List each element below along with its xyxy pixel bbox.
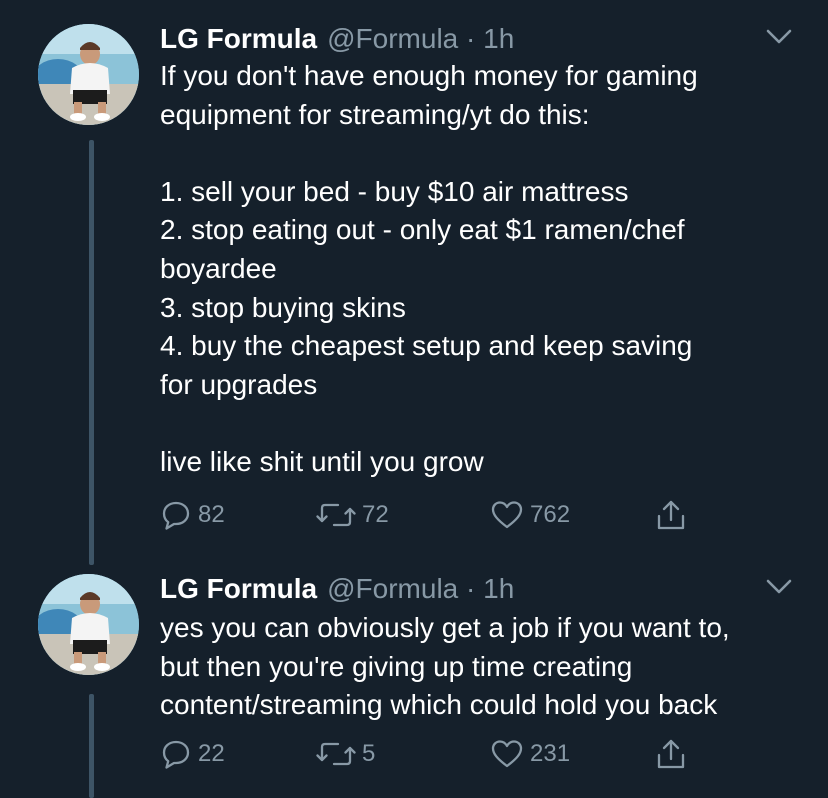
user-handle[interactable]: @Formula [327, 23, 458, 54]
user-handle[interactable]: @Formula [327, 573, 458, 604]
tweet-text-line: boyardee [160, 252, 277, 284]
action-bar: 82 72 762 [160, 495, 720, 535]
tweet-text-line: 3. stop buying skins [160, 291, 406, 323]
retweet-icon [316, 742, 356, 766]
separator-dot: · [466, 573, 476, 604]
chevron-down-icon[interactable] [765, 578, 793, 596]
separator-dot: · [466, 23, 476, 54]
retweet-count: 72 [362, 501, 389, 528]
tweet-text-line: equipment for streaming/yt do this: [160, 98, 590, 130]
tweet-text-line: for upgrades [160, 368, 318, 400]
heart-icon [491, 740, 523, 768]
reply-button[interactable]: 82 [160, 495, 225, 535]
avatar-photo [38, 24, 139, 125]
heart-icon [491, 501, 523, 529]
like-button[interactable]: 231 [490, 734, 570, 774]
retweet-button[interactable]: 5 [316, 734, 375, 774]
retweet-button[interactable]: 72 [316, 495, 389, 535]
thread-connector-line [89, 140, 94, 565]
display-name[interactable]: LG Formula [160, 23, 317, 54]
tweet[interactable]: LG Formula @Formula · 1h If you don't hav… [0, 0, 828, 560]
tweet-text-line: yes you can obviously get a job if you w… [160, 612, 730, 643]
tweet-header: LG Formula @Formula · 1h [160, 570, 514, 608]
chevron-down-icon[interactable] [765, 28, 793, 46]
tweet-text: If you don't have enough money for gamin… [160, 57, 810, 482]
like-count: 762 [530, 501, 571, 528]
avatar[interactable] [38, 24, 139, 125]
tweet-text-line: live like shit until you grow [160, 445, 484, 477]
reply-count: 22 [198, 740, 225, 767]
thread-connector-line [89, 694, 94, 798]
tweet-text-line: but then you're giving up time creating [160, 650, 633, 682]
avatar[interactable] [38, 574, 139, 675]
reply-count: 82 [198, 501, 225, 528]
tweet-text-line: 1. sell your bed - buy $10 air mattress [160, 175, 629, 207]
tweet-text-line: 4. buy the cheapest setup and keep savin… [160, 330, 693, 362]
tweet-text-line: content/streaming which could hold you b… [160, 689, 718, 721]
share-icon [657, 500, 685, 530]
tweet-header: LG Formula @Formula · 1h [160, 20, 514, 58]
reply-button[interactable]: 22 [160, 734, 225, 774]
tweet-text-line: 2. stop eating out - only eat $1 ramen/c… [160, 214, 685, 246]
retweet-icon [316, 503, 356, 527]
display-name[interactable]: LG Formula [160, 573, 317, 604]
timestamp[interactable]: 1h [483, 573, 514, 604]
avatar-photo [38, 574, 139, 675]
share-button[interactable] [655, 495, 687, 535]
action-bar: 22 5 231 [160, 734, 720, 774]
tweet-text-line: If you don't have enough money for gamin… [160, 60, 698, 91]
like-count: 231 [530, 740, 571, 767]
like-button[interactable]: 762 [490, 495, 570, 535]
reply-icon [162, 740, 190, 769]
timestamp[interactable]: 1h [483, 23, 514, 54]
share-button[interactable] [655, 734, 687, 774]
retweet-count: 5 [362, 740, 376, 767]
share-icon [657, 739, 685, 769]
reply-icon [162, 501, 190, 530]
tweet-text: yes you can obviously get a job if you w… [160, 609, 810, 725]
